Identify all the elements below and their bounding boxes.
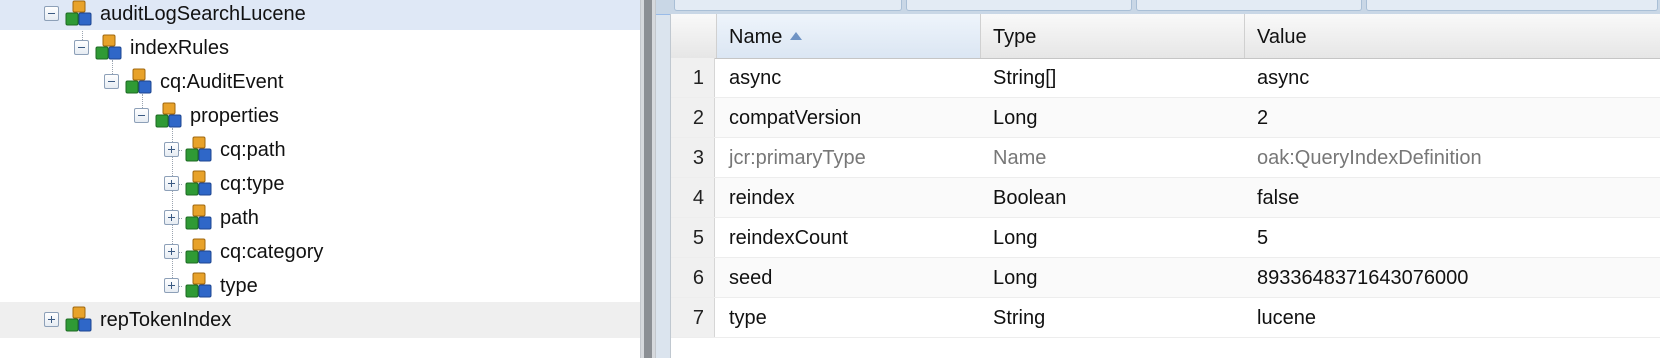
row-number: 5: [671, 218, 715, 257]
property-type[interactable]: Boolean: [981, 178, 1245, 217]
property-type[interactable]: String: [981, 298, 1245, 337]
tab-properties[interactable]: [674, 0, 902, 11]
tree-node-cq-type[interactable]: cq:type: [0, 166, 678, 200]
property-value[interactable]: lucene: [1245, 298, 1660, 337]
table-row[interactable]: 1 async String[] async: [671, 58, 1660, 98]
column-header-label: Value: [1257, 26, 1307, 48]
tab-fourth[interactable]: [1366, 0, 1658, 11]
jcr-node-icon: [125, 68, 152, 94]
row-number: 1: [671, 58, 715, 97]
property-type[interactable]: String[]: [981, 58, 1245, 97]
jcr-node-icon: [65, 306, 92, 332]
repository-tree: auditLogSearchLucene indexRules cq:Audit…: [0, 0, 678, 358]
table-row[interactable]: 4 reindex Boolean false: [671, 178, 1660, 218]
row-number: 6: [671, 258, 715, 297]
property-type[interactable]: Name: [981, 138, 1245, 177]
collapse-toggle-icon[interactable]: [134, 108, 149, 123]
expand-toggle-icon[interactable]: [164, 210, 179, 225]
tree-node-indexrules[interactable]: indexRules: [0, 30, 678, 64]
property-value[interactable]: 8933648371643076000: [1245, 258, 1660, 297]
row-number: 3: [671, 138, 715, 177]
tree-node-path[interactable]: path: [0, 200, 678, 234]
tree-node-cq-category[interactable]: cq:category: [0, 234, 678, 268]
table-row[interactable]: 6 seed Long 8933648371643076000: [671, 258, 1660, 298]
panel-splitter[interactable]: [640, 0, 656, 358]
property-type[interactable]: Long: [981, 258, 1245, 297]
properties-panel: Name Type Value 1 async String[] async 2…: [656, 0, 1660, 358]
jcr-node-icon: [185, 136, 212, 162]
tree-node-label: indexRules: [130, 37, 229, 59]
tree-node-label: repTokenIndex: [100, 309, 232, 331]
table-row[interactable]: 3 jcr:primaryType Name oak:QueryIndexDef…: [671, 138, 1660, 178]
collapse-toggle-icon[interactable]: [104, 74, 119, 89]
property-name[interactable]: reindex: [717, 178, 981, 217]
jcr-node-icon: [185, 238, 212, 264]
property-type[interactable]: Long: [981, 218, 1245, 257]
tree-node-label: type: [220, 275, 258, 297]
tree-node-label: auditLogSearchLucene: [100, 3, 306, 25]
row-number: 4: [671, 178, 715, 217]
property-name[interactable]: jcr:primaryType: [717, 138, 981, 177]
table-row[interactable]: 2 compatVersion Long 2: [671, 98, 1660, 138]
tree-node-type[interactable]: type: [0, 268, 678, 302]
tab-third[interactable]: [1136, 0, 1362, 11]
grid-header: Name Type Value: [671, 14, 1660, 59]
property-value[interactable]: 5: [1245, 218, 1660, 257]
tab-strip: [656, 0, 1660, 15]
property-name[interactable]: type: [717, 298, 981, 337]
tree-node-auditlogsearchlucene[interactable]: auditLogSearchLucene: [0, 0, 678, 30]
tree-node-label: cq:AuditEvent: [160, 71, 284, 93]
expand-toggle-icon[interactable]: [164, 176, 179, 191]
property-name[interactable]: seed: [717, 258, 981, 297]
column-header-label: Type: [993, 26, 1037, 48]
collapse-toggle-icon[interactable]: [44, 6, 59, 21]
table-row[interactable]: 7 type String lucene: [671, 298, 1660, 338]
jcr-node-icon: [95, 34, 122, 60]
expand-toggle-icon[interactable]: [164, 142, 179, 157]
property-name[interactable]: reindexCount: [717, 218, 981, 257]
property-value[interactable]: async: [1245, 58, 1660, 97]
property-name[interactable]: async: [717, 58, 981, 97]
row-number: 7: [671, 298, 715, 337]
jcr-node-icon: [185, 170, 212, 196]
column-header-name[interactable]: Name: [717, 14, 981, 58]
tree-node-label: path: [220, 207, 259, 229]
tree-node-reptokenindex[interactable]: repTokenIndex: [0, 302, 678, 338]
expand-toggle-icon[interactable]: [164, 278, 179, 293]
splitter-handle[interactable]: [644, 0, 652, 358]
tree-node-cq-path[interactable]: cq:path: [0, 132, 678, 166]
expand-toggle-icon[interactable]: [164, 244, 179, 259]
column-header-label: Name: [729, 26, 783, 48]
tree-node-label: cq:path: [220, 139, 286, 161]
row-number: 2: [671, 98, 715, 137]
expand-toggle-icon[interactable]: [44, 312, 59, 327]
jcr-node-icon: [185, 204, 212, 230]
property-type[interactable]: Long: [981, 98, 1245, 137]
jcr-node-icon: [185, 272, 212, 298]
tab-second[interactable]: [906, 0, 1132, 11]
tree-node-cq-auditevent[interactable]: cq:AuditEvent: [0, 64, 678, 98]
property-value[interactable]: oak:QueryIndexDefinition: [1245, 138, 1660, 177]
jcr-node-icon: [155, 102, 182, 128]
tree-node-properties[interactable]: properties: [0, 98, 678, 132]
properties-grid: Name Type Value 1 async String[] async 2…: [670, 14, 1660, 358]
column-header-value[interactable]: Value: [1245, 14, 1660, 58]
row-number-header: [671, 14, 717, 58]
property-value[interactable]: 2: [1245, 98, 1660, 137]
column-header-type[interactable]: Type: [981, 14, 1245, 58]
tree-node-label: cq:category: [220, 241, 324, 263]
tree-node-label: properties: [190, 105, 279, 127]
sort-ascending-icon: [790, 31, 803, 40]
property-value[interactable]: false: [1245, 178, 1660, 217]
jcr-node-icon: [65, 0, 92, 26]
property-name[interactable]: compatVersion: [717, 98, 981, 137]
collapse-toggle-icon[interactable]: [74, 40, 89, 55]
table-row[interactable]: 5 reindexCount Long 5: [671, 218, 1660, 258]
tree-node-label: cq:type: [220, 173, 285, 195]
